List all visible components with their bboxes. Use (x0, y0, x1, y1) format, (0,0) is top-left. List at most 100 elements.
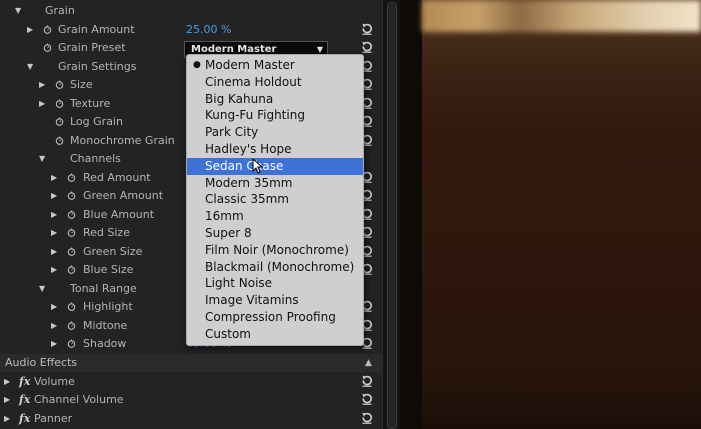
stopwatch-icon[interactable] (67, 302, 76, 311)
video-highlight-band (422, 0, 701, 32)
grain-preset-dropdown-menu: ● Modern Master Cinema Holdout Big Kahuna Ku… (186, 54, 364, 346)
stopwatch-icon[interactable] (67, 228, 76, 237)
program-monitor (400, 0, 701, 429)
collapsed-triangle-icon[interactable]: ▶ (39, 76, 45, 94)
preset-option-16mm[interactable]: 16mm (187, 208, 363, 225)
video-frame (422, 0, 701, 429)
preset-option-super-8[interactable]: Super 8 (187, 225, 363, 242)
preset-option-label: Sedan Chase (205, 158, 284, 173)
collapsed-triangle-icon[interactable]: ▶ (51, 261, 57, 279)
collapsed-triangle-icon[interactable]: ▶ (4, 410, 10, 428)
collapse-arrow-icon[interactable]: ▲ (365, 354, 372, 372)
preset-option-modern-master[interactable]: ● Modern Master (187, 57, 363, 74)
fx-badge-icon[interactable]: fx (19, 410, 30, 428)
stopwatch-icon[interactable] (55, 99, 64, 108)
reset-icon[interactable] (360, 22, 374, 36)
stopwatch-icon[interactable] (55, 136, 64, 145)
effect-value[interactable]: 25.00 % (186, 21, 231, 39)
collapsed-triangle-icon[interactable]: ▶ (4, 391, 10, 409)
reset-icon[interactable] (360, 40, 374, 54)
expanded-triangle-icon[interactable]: ▼ (27, 58, 33, 76)
effect-label: Red Size (83, 226, 130, 239)
effect-label: Highlight (83, 300, 133, 313)
collapsed-triangle-icon[interactable]: ▶ (4, 373, 10, 391)
collapsed-triangle-icon[interactable]: ▶ (51, 169, 57, 187)
expanded-triangle-icon[interactable]: ▼ (39, 280, 45, 298)
effect-label: Grain Amount (58, 23, 135, 36)
stopwatch-icon[interactable] (67, 191, 76, 200)
effect-label: Monochrome Grain (70, 134, 175, 147)
collapsed-triangle-icon[interactable]: ▶ (51, 317, 57, 335)
expanded-triangle-icon[interactable]: ▼ (39, 150, 45, 168)
effect-label: Tonal Range (70, 282, 137, 295)
collapsed-triangle-icon[interactable]: ▶ (39, 95, 45, 113)
preset-option-label: Kung-Fu Fighting (205, 108, 305, 123)
preset-option-light-noise[interactable]: Light Noise (187, 275, 363, 292)
audio-effect-label: Channel Volume (34, 393, 124, 406)
preset-option-cinema-holdout[interactable]: Cinema Holdout (187, 74, 363, 91)
fx-badge-icon[interactable]: fx (19, 391, 30, 409)
collapsed-triangle-icon[interactable]: ▶ (27, 21, 33, 39)
effect-label: Red Amount (83, 171, 151, 184)
stopwatch-icon[interactable] (67, 265, 76, 274)
preset-option-modern-35mm[interactable]: Modern 35mm (187, 175, 363, 192)
preset-option-big-kahuna[interactable]: Big Kahuna (187, 91, 363, 108)
effect-label: Green Size (83, 245, 143, 258)
preset-option-blackmail-monochrome[interactable]: Blackmail (Monochrome) (187, 259, 363, 276)
collapsed-triangle-icon[interactable]: ▶ (51, 298, 57, 316)
preset-option-custom[interactable]: Custom (187, 326, 363, 343)
reset-icon[interactable] (360, 392, 374, 406)
preset-option-label: Super 8 (205, 226, 252, 240)
expanded-triangle-icon[interactable]: ▼ (15, 2, 21, 20)
stopwatch-icon[interactable] (43, 43, 52, 52)
preset-option-film-noir-monochrome[interactable]: Film Noir (Monochrome) (187, 242, 363, 259)
stopwatch-icon[interactable] (67, 173, 76, 182)
effect-label: Blue Size (83, 263, 134, 276)
audio-effect-label: Panner (34, 412, 73, 425)
effect-label: Log Grain (70, 115, 123, 128)
stopwatch-icon[interactable] (67, 247, 76, 256)
preset-option-label: Film Noir (Monochrome) (205, 242, 349, 257)
collapsed-triangle-icon[interactable]: ▶ (51, 187, 57, 205)
scrollbar-thumb[interactable] (387, 2, 397, 429)
effect-label: Size (70, 78, 93, 91)
stopwatch-icon[interactable] (55, 117, 64, 126)
effect-label: Shadow (83, 337, 127, 350)
preset-option-image-vitamins[interactable]: Image Vitamins (187, 292, 363, 309)
stopwatch-icon[interactable] (43, 25, 52, 34)
preset-option-label: Image Vitamins (205, 293, 299, 308)
collapsed-triangle-icon[interactable]: ▶ (51, 224, 57, 242)
panel-scrollbar[interactable] (382, 0, 401, 429)
effect-label: Channels (70, 152, 121, 165)
stopwatch-icon[interactable] (55, 80, 64, 89)
app-window: ▼ Grain ▶ Grain Amount 25.00 % Grain Preset ▼ G… (0, 0, 701, 429)
preset-option-label: Modern 35mm (205, 175, 293, 190)
stopwatch-icon[interactable] (67, 210, 76, 219)
preset-option-park-city[interactable]: Park City (187, 124, 363, 141)
collapsed-triangle-icon[interactable]: ▶ (51, 243, 57, 261)
preset-option-hadley-s-hope[interactable]: Hadley's Hope (187, 141, 363, 158)
preset-option-label: Custom (205, 326, 251, 341)
preset-option-label: Cinema Holdout (205, 74, 302, 89)
preset-option-label: Hadley's Hope (205, 142, 292, 156)
preset-option-label: Classic 35mm (205, 192, 289, 207)
collapsed-triangle-icon[interactable]: ▶ (51, 335, 57, 353)
stopwatch-icon[interactable] (67, 321, 76, 330)
preset-option-classic-35mm[interactable]: Classic 35mm (187, 191, 363, 208)
reset-icon[interactable] (360, 411, 374, 425)
preset-option-kung-fu-fighting[interactable]: Kung-Fu Fighting (187, 107, 363, 124)
stopwatch-icon[interactable] (67, 339, 76, 348)
preset-option-label: Park City (205, 125, 259, 140)
effect-label: Green Amount (83, 189, 164, 202)
reset-icon[interactable] (360, 374, 374, 388)
preset-option-compression-proofing[interactable]: Compression Proofing (187, 309, 363, 326)
fx-badge-icon[interactable]: fx (19, 373, 30, 391)
effect-label: Texture (70, 97, 111, 110)
audio-effects-header[interactable]: Audio Effects ▲ (0, 354, 382, 372)
preset-option-sedan-chase[interactable]: Sedan Chase (187, 157, 363, 175)
preset-option-label: 16mm (205, 209, 244, 224)
collapsed-triangle-icon[interactable]: ▶ (51, 206, 57, 224)
effect-row-grain-amount: ▶ Grain Amount 25.00 % (0, 21, 382, 39)
audio-effect-row-panner: ▶ fx Panner (0, 410, 382, 428)
preset-option-label: Blackmail (Monochrome) (205, 259, 355, 274)
